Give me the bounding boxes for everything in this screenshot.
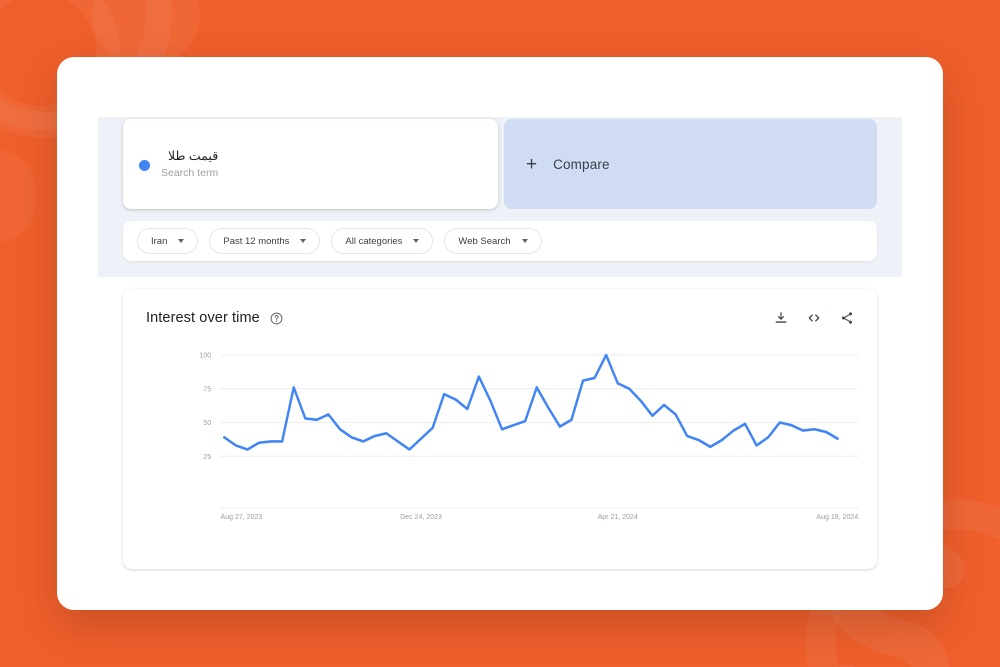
svg-text:25: 25	[203, 452, 211, 461]
filter-category[interactable]: All categories	[331, 228, 434, 254]
chevron-down-icon	[178, 239, 185, 243]
deco-blob-left	[0, 150, 36, 242]
search-term-card[interactable]: قیمت طلا Search term	[123, 119, 498, 209]
filter-location-label: Iran	[151, 235, 168, 247]
help-circle-icon[interactable]	[270, 312, 283, 325]
interest-over-time-plot[interactable]: 25 50 75 100 Aug 27, 2023 Dec 24, 2023 Apr 21,…	[123, 347, 877, 532]
filter-bar: Iran Past 12 months All categories Web S…	[123, 221, 877, 261]
svg-text:100: 100	[199, 350, 211, 359]
filter-location[interactable]: Iran	[137, 228, 199, 254]
query-row: قیمت طلا Search term + Compare	[123, 117, 877, 209]
svg-text:75: 75	[203, 384, 211, 393]
svg-text:Aug 27, 2023: Aug 27, 2023	[221, 512, 263, 521]
interest-over-time-card: Interest over time 25 50 75 100 Aug 27, …	[123, 289, 877, 569]
chart-action-bar	[774, 311, 854, 325]
filter-time-range[interactable]: Past 12 months	[209, 228, 321, 254]
compare-label: Compare	[553, 156, 610, 172]
embed-code-icon[interactable]	[807, 311, 821, 325]
share-icon[interactable]	[840, 311, 854, 325]
chart-title: Interest over time	[146, 310, 260, 326]
line-chart-svg: 25 50 75 100 Aug 27, 2023 Dec 24, 2023 Apr 21,…	[199, 350, 859, 521]
series-dot-icon	[139, 159, 150, 171]
svg-text:Dec 24, 2023: Dec 24, 2023	[400, 512, 442, 521]
chart-header: Interest over time	[123, 289, 877, 326]
svg-text:Apr 21, 2024: Apr 21, 2024	[598, 512, 638, 521]
plus-icon: +	[526, 153, 538, 175]
trends-page: قیمت طلا Search term + Compare Iran Past…	[98, 117, 902, 610]
filter-search-type-label: Web Search	[458, 235, 511, 247]
chevron-down-icon	[300, 239, 307, 243]
search-term-text: قیمت طلا	[168, 148, 219, 163]
filter-category-label: All categories	[345, 235, 403, 247]
trends-top-panel: قیمت طلا Search term + Compare Iran Past…	[98, 117, 902, 277]
chevron-down-icon	[521, 239, 528, 243]
search-term-type-label: Search term	[161, 166, 219, 179]
app-window: قیمت طلا Search term + Compare Iran Past…	[57, 57, 943, 610]
filter-time-range-label: Past 12 months	[223, 235, 290, 247]
filter-search-type[interactable]: Web Search	[444, 228, 542, 254]
chevron-down-icon	[413, 239, 420, 243]
download-icon[interactable]	[774, 311, 788, 325]
svg-text:Aug 18, 2024: Aug 18, 2024	[816, 512, 858, 521]
svg-text:50: 50	[203, 418, 211, 427]
compare-button[interactable]: + Compare	[504, 119, 877, 209]
